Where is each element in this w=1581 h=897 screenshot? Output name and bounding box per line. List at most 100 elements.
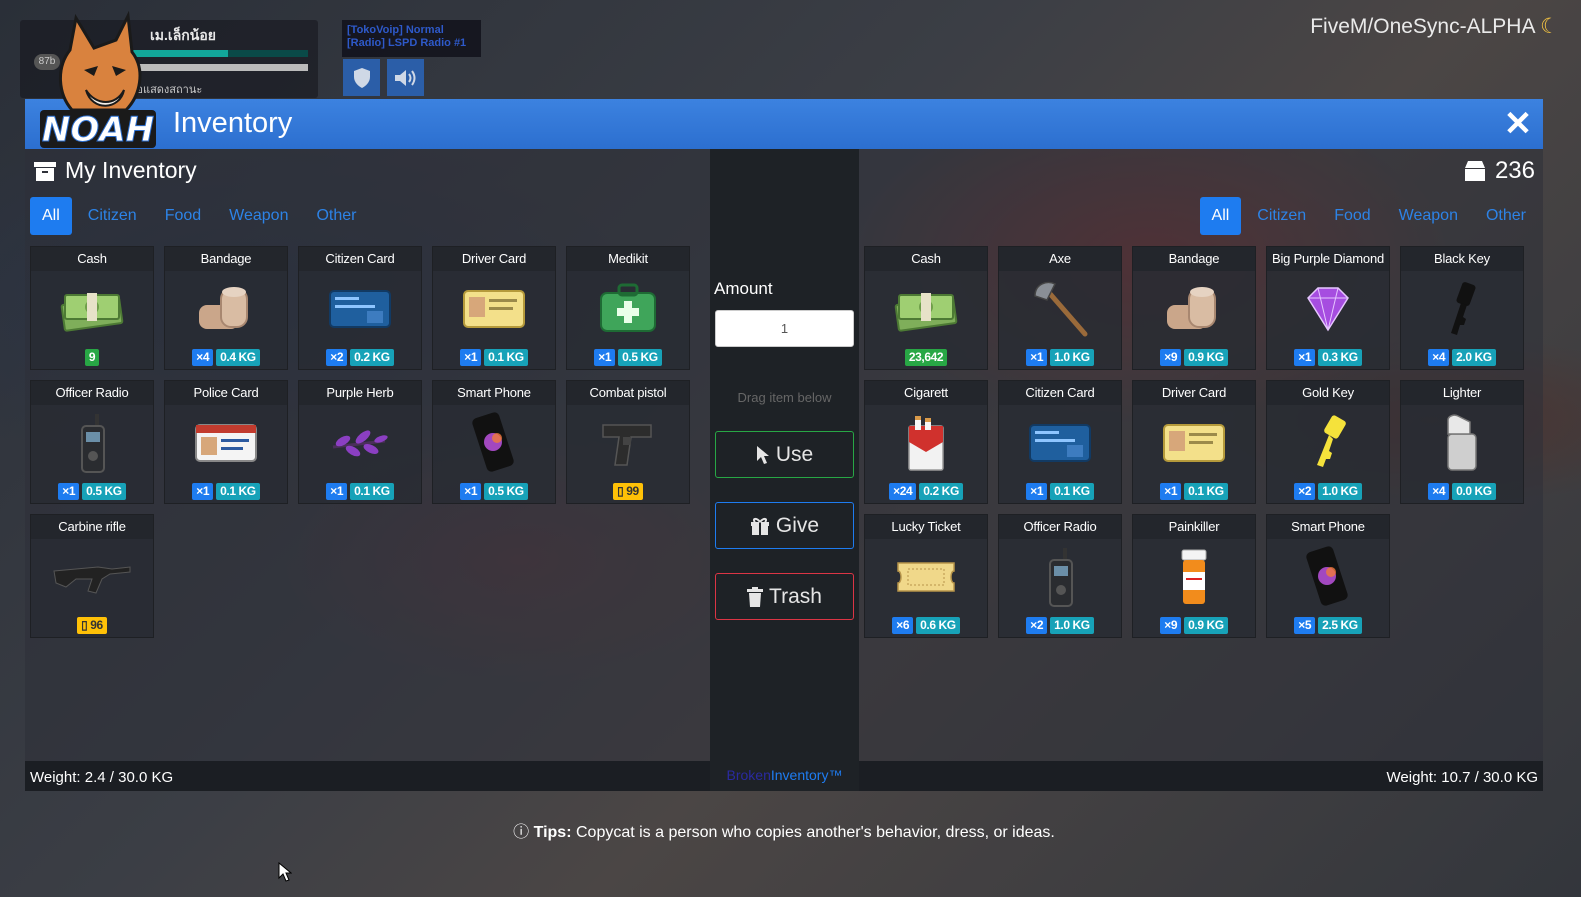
item-slot[interactable]: Bandage ×4 0.4 KG: [164, 246, 288, 370]
item-slot[interactable]: Axe ×1 1.0 KG: [998, 246, 1122, 370]
cash-amount-badge: 9: [84, 349, 100, 366]
weight-badge: 0.9 KG: [1184, 349, 1228, 366]
item-slot[interactable]: Citizen Card ×2 0.2 KG: [298, 246, 422, 370]
black-key-icon: [1401, 273, 1523, 345]
item-slot[interactable]: Smart Phone ×1 0.5 KG: [432, 380, 556, 504]
item-badges: ×24 0.2 KG: [865, 483, 987, 500]
weight-badge: 0.1 KG: [350, 483, 394, 500]
item-slot[interactable]: Combat pistol ▯ 99: [566, 380, 690, 504]
box-icon: [1464, 161, 1485, 181]
item-badges: ×6 0.6 KG: [865, 617, 987, 634]
item-name: Purple Herb: [299, 381, 421, 405]
tab-all[interactable]: All: [1199, 197, 1242, 235]
license-icon: [433, 273, 555, 345]
quantity-badge: ×1: [594, 349, 616, 366]
tab-weapon[interactable]: Weapon: [217, 197, 300, 235]
weight-badge: 2.0 KG: [1452, 349, 1496, 366]
quantity-badge: ×2: [1026, 617, 1048, 634]
quantity-badge: ×1: [192, 483, 214, 500]
item-name: Driver Card: [1133, 381, 1255, 405]
action-panel: Amount Drag item below Use Give Trash Br…: [710, 149, 859, 791]
money-icon: [31, 273, 153, 345]
item-name: Bandage: [165, 247, 287, 271]
item-slot[interactable]: Driver Card ×1 0.1 KG: [1132, 380, 1256, 504]
drag-hint: Drag item below: [737, 390, 832, 405]
tab-food[interactable]: Food: [153, 197, 213, 235]
item-slot[interactable]: Cigarett ×24 0.2 KG: [864, 380, 988, 504]
item-badges: ▯ 96: [31, 617, 153, 634]
tab-all[interactable]: All: [30, 197, 72, 235]
medkit-icon: [567, 273, 689, 345]
item-slot[interactable]: Purple Herb ×1 0.1 KG: [298, 380, 422, 504]
item-badges: ×9 0.9 KG: [1133, 349, 1255, 366]
item-slot[interactable]: Carbine rifle ▯ 96: [30, 514, 154, 638]
rifle-icon: [31, 541, 153, 613]
my-inventory-heading: My Inventory: [33, 157, 197, 184]
item-badges: ×1 0.1 KG: [299, 483, 421, 500]
item-slot[interactable]: Cash 23,642: [864, 246, 988, 370]
item-slot[interactable]: Cash 9: [30, 246, 154, 370]
amount-input[interactable]: [715, 310, 854, 347]
quantity-badge: ×1: [58, 483, 80, 500]
use-button[interactable]: Use: [715, 431, 854, 478]
other-inventory-panel: 236 All Citizen Food Weapon Other Cash 23…: [859, 149, 1543, 761]
weight-badge: 0.1 KG: [216, 483, 260, 500]
weight-badge: 0.6 KG: [916, 617, 960, 634]
weight-badge: 0.2 KG: [919, 483, 963, 500]
item-name: Painkiller: [1133, 515, 1255, 539]
item-slot[interactable]: Lighter ×4 0.0 KG: [1400, 380, 1524, 504]
item-slot[interactable]: Smart Phone ×5 2.5 KG: [1266, 514, 1390, 638]
weight-badge: 0.3 KG: [1318, 349, 1362, 366]
quantity-badge: ×1: [1294, 349, 1316, 366]
close-button[interactable]: ✕: [1493, 99, 1543, 149]
item-slot[interactable]: Bandage ×9 0.9 KG: [1132, 246, 1256, 370]
item-slot[interactable]: Medikit ×1 0.5 KG: [566, 246, 690, 370]
quantity-badge: ×6: [892, 617, 914, 634]
item-badges: ×1 0.3 KG: [1267, 349, 1389, 366]
item-name: Citizen Card: [999, 381, 1121, 405]
item-slot[interactable]: Driver Card ×1 0.1 KG: [432, 246, 556, 370]
quantity-badge: ×24: [889, 483, 917, 500]
mouse-cursor-icon: [278, 861, 293, 887]
quantity-badge: ×1: [460, 483, 482, 500]
my-inventory-panel: My Inventory All Citizen Food Weapon Oth…: [25, 149, 710, 761]
tab-citizen[interactable]: Citizen: [1245, 197, 1318, 235]
tab-citizen[interactable]: Citizen: [76, 197, 149, 235]
shield-icon: [343, 59, 380, 96]
police-card-icon: [165, 407, 287, 479]
ticket-icon: [865, 541, 987, 613]
item-slot[interactable]: Painkiller ×9 0.9 KG: [1132, 514, 1256, 638]
item-slot[interactable]: Black Key ×4 2.0 KG: [1400, 246, 1524, 370]
radio-icon: [999, 541, 1121, 613]
tips-label: Tips:: [533, 824, 572, 841]
item-slot[interactable]: Big Purple Diamond ×1 0.3 KG: [1266, 246, 1390, 370]
pill-bottle-icon: [1133, 541, 1255, 613]
weight-badge: 0.4 KG: [216, 349, 260, 366]
item-slot[interactable]: Citizen Card ×1 0.1 KG: [998, 380, 1122, 504]
give-button[interactable]: Give: [715, 502, 854, 549]
item-slot[interactable]: Lucky Ticket ×6 0.6 KG: [864, 514, 988, 638]
trash-button[interactable]: Trash: [715, 573, 854, 620]
item-slot[interactable]: Police Card ×1 0.1 KG: [164, 380, 288, 504]
item-badges: ×9 0.9 KG: [1133, 617, 1255, 634]
item-badges: ×1 0.1 KG: [1133, 483, 1255, 500]
item-slot[interactable]: Gold Key ×2 1.0 KG: [1266, 380, 1390, 504]
tab-weapon[interactable]: Weapon: [1387, 197, 1470, 235]
quantity-badge: ×4: [1428, 349, 1450, 366]
tab-food[interactable]: Food: [1322, 197, 1382, 235]
pointer-icon: [756, 445, 769, 464]
trash-icon: [747, 586, 764, 607]
quantity-badge: ×4: [1428, 483, 1450, 500]
tab-other[interactable]: Other: [1474, 197, 1538, 235]
item-slot[interactable]: Officer Radio ×1 0.5 KG: [30, 380, 154, 504]
server-brand: FiveM/OneSync-ALPHA ☾: [1310, 15, 1559, 38]
item-name: Axe: [999, 247, 1121, 271]
item-badges: ×1 0.5 KG: [567, 349, 689, 366]
bandage-icon: [165, 273, 287, 345]
tab-other[interactable]: Other: [304, 197, 368, 235]
item-name: Gold Key: [1267, 381, 1389, 405]
item-slot[interactable]: Officer Radio ×2 1.0 KG: [998, 514, 1122, 638]
inventory-credit: BrokenInventory™: [726, 767, 843, 783]
my-inventory-footer: Weight: 2.4 / 30.0 KG: [25, 761, 710, 791]
cash-amount-badge: 23,642: [904, 349, 948, 366]
